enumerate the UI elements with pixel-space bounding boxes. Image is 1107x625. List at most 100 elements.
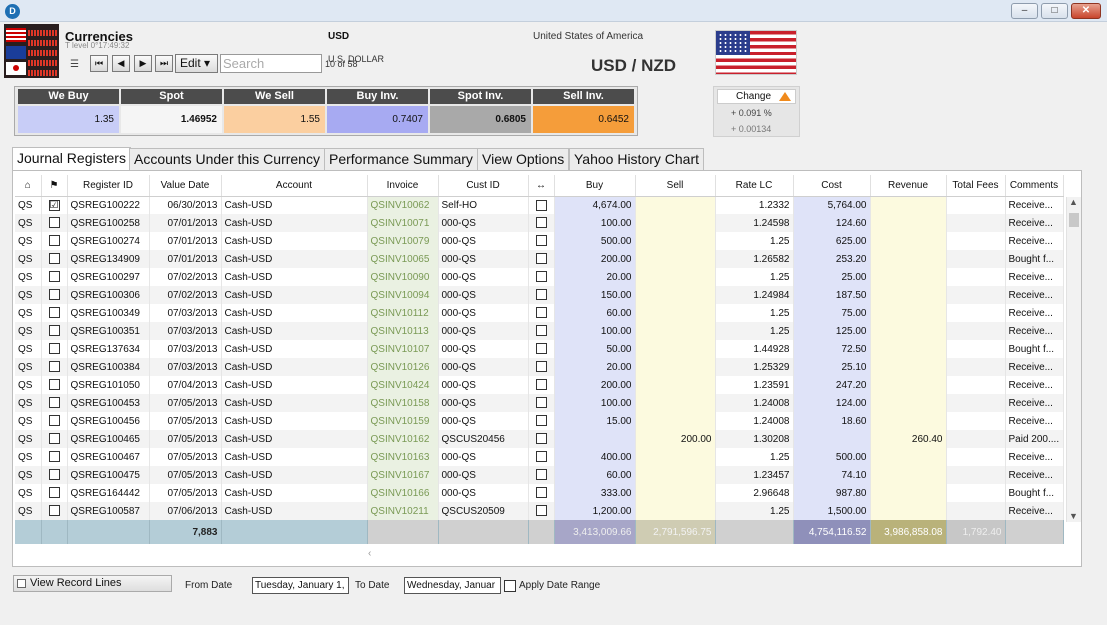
row-transfer-checkbox[interactable] xyxy=(535,487,547,499)
select-checkbox[interactable] xyxy=(41,214,68,232)
row-select-checkbox[interactable] xyxy=(48,487,60,499)
tab-yahoo-history-chart[interactable]: Yahoo History Chart xyxy=(569,148,705,170)
column-header[interactable]: Buy xyxy=(554,175,636,197)
edit-button[interactable]: Edit ▾ xyxy=(175,54,218,73)
table-row[interactable]: QS ☑ QSREG100222 06/30/2013 Cash-USD QSINV100… xyxy=(15,196,1064,214)
tab-view-options[interactable]: View Options xyxy=(477,148,570,170)
column-header[interactable]: Sell xyxy=(635,175,716,197)
column-header[interactable]: Total Fees xyxy=(946,175,1006,197)
select-checkbox[interactable] xyxy=(41,394,68,412)
horizontal-scrollbar[interactable]: ‹ xyxy=(368,547,1066,559)
row-transfer-checkbox[interactable] xyxy=(535,307,547,319)
transfer-checkbox[interactable] xyxy=(528,502,555,520)
transfer-checkbox[interactable] xyxy=(528,376,555,394)
next-record-button[interactable]: ▶ xyxy=(134,55,152,72)
select-checkbox[interactable] xyxy=(41,502,68,520)
column-header[interactable]: Value Date xyxy=(149,175,222,197)
select-checkbox[interactable] xyxy=(41,358,68,376)
row-select-checkbox[interactable] xyxy=(48,307,60,319)
select-checkbox[interactable] xyxy=(41,340,68,358)
select-checkbox[interactable] xyxy=(41,448,68,466)
row-select-checkbox[interactable] xyxy=(48,271,60,283)
transfer-checkbox[interactable] xyxy=(528,394,555,412)
scroll-down-icon[interactable]: ▼ xyxy=(1069,511,1078,521)
view-record-lines-button[interactable]: View Record Lines xyxy=(13,575,172,592)
select-checkbox[interactable]: ☑ xyxy=(41,196,68,214)
table-row[interactable]: QS QSREG100351 07/03/2013 Cash-USD QSINV1011… xyxy=(15,322,1064,340)
row-select-checkbox[interactable] xyxy=(48,415,60,427)
transfer-checkbox[interactable] xyxy=(528,484,555,502)
column-header[interactable]: Account xyxy=(221,175,368,197)
table-row[interactable]: QS QSREG137634 07/03/2013 Cash-USD QSINV1010… xyxy=(15,340,1064,358)
flag-icon[interactable]: ⚑ xyxy=(41,175,68,197)
close-button[interactable]: ✕ xyxy=(1071,3,1101,19)
row-transfer-checkbox[interactable] xyxy=(535,271,547,283)
table-row[interactable]: QS QSREG100297 07/02/2013 Cash-USD QSINV1009… xyxy=(15,268,1064,286)
column-header[interactable]: Cust ID xyxy=(438,175,529,197)
transfer-checkbox[interactable] xyxy=(528,304,555,322)
row-transfer-checkbox[interactable] xyxy=(535,289,547,301)
row-transfer-checkbox[interactable] xyxy=(535,343,547,355)
table-row[interactable]: QS QSREG100274 07/01/2013 Cash-USD QSINV1007… xyxy=(15,232,1064,250)
select-checkbox[interactable] xyxy=(41,268,68,286)
maximize-button[interactable]: □ xyxy=(1041,3,1068,19)
tab-performance-summary[interactable]: Performance Summary xyxy=(324,148,478,170)
swap-arrows-icon[interactable]: ↔ xyxy=(528,175,555,197)
row-select-checkbox[interactable] xyxy=(48,235,60,247)
prev-record-button[interactable]: ◀ xyxy=(112,55,130,72)
row-select-checkbox[interactable] xyxy=(48,379,60,391)
search-input[interactable] xyxy=(220,54,322,73)
row-transfer-checkbox[interactable] xyxy=(535,397,547,409)
home-icon[interactable]: ⌂ xyxy=(15,175,42,197)
column-header[interactable]: Revenue xyxy=(870,175,947,197)
column-header[interactable]: Register ID xyxy=(67,175,150,197)
select-checkbox[interactable] xyxy=(41,286,68,304)
row-transfer-checkbox[interactable] xyxy=(535,325,547,337)
row-transfer-checkbox[interactable] xyxy=(535,217,547,229)
table-row[interactable]: QS QSREG100467 07/05/2013 Cash-USD QSINV1016… xyxy=(15,448,1064,466)
table-row[interactable]: QS QSREG100384 07/03/2013 Cash-USD QSINV1012… xyxy=(15,358,1064,376)
select-checkbox[interactable] xyxy=(41,232,68,250)
row-select-checkbox[interactable] xyxy=(48,253,60,265)
transfer-checkbox[interactable] xyxy=(528,232,555,250)
transfer-checkbox[interactable] xyxy=(528,322,555,340)
tab-journal-registers[interactable]: Journal Registers xyxy=(12,147,131,171)
row-select-checkbox[interactable] xyxy=(48,343,60,355)
transfer-checkbox[interactable] xyxy=(528,358,555,376)
row-transfer-checkbox[interactable] xyxy=(535,451,547,463)
from-date-picker[interactable]: Tuesday, January 1, xyxy=(252,577,349,594)
table-row[interactable]: QS QSREG100475 07/05/2013 Cash-USD QSINV1016… xyxy=(15,466,1064,484)
scroll-thumb[interactable] xyxy=(1069,213,1079,227)
transfer-checkbox[interactable] xyxy=(528,286,555,304)
column-header[interactable]: Comments xyxy=(1005,175,1064,197)
last-record-button[interactable]: ⏭ xyxy=(155,55,173,72)
row-select-checkbox[interactable]: ☑ xyxy=(48,199,60,211)
row-transfer-checkbox[interactable] xyxy=(535,415,547,427)
row-select-checkbox[interactable] xyxy=(48,217,60,229)
table-row[interactable]: QS QSREG100453 07/05/2013 Cash-USD QSINV1015… xyxy=(15,394,1064,412)
scroll-up-icon[interactable]: ▲ xyxy=(1069,197,1078,207)
row-select-checkbox[interactable] xyxy=(48,433,60,445)
row-transfer-checkbox[interactable] xyxy=(535,253,547,265)
select-checkbox[interactable] xyxy=(41,484,68,502)
table-row[interactable]: QS QSREG100456 07/05/2013 Cash-USD QSINV1015… xyxy=(15,412,1064,430)
transfer-checkbox[interactable] xyxy=(528,268,555,286)
row-transfer-checkbox[interactable] xyxy=(535,361,547,373)
row-transfer-checkbox[interactable] xyxy=(535,505,547,517)
row-transfer-checkbox[interactable] xyxy=(535,379,547,391)
transfer-checkbox[interactable] xyxy=(528,250,555,268)
select-checkbox[interactable] xyxy=(41,466,68,484)
table-row[interactable]: QS QSREG134909 07/01/2013 Cash-USD QSINV1006… xyxy=(15,250,1064,268)
tab-accounts-under-currency[interactable]: Accounts Under this Currency xyxy=(129,148,325,170)
row-select-checkbox[interactable] xyxy=(48,469,60,481)
table-row[interactable]: QS QSREG100258 07/01/2013 Cash-USD QSINV1007… xyxy=(15,214,1064,232)
select-checkbox[interactable] xyxy=(41,250,68,268)
scroll-left-icon[interactable]: ‹ xyxy=(368,548,371,559)
row-transfer-checkbox[interactable] xyxy=(535,199,547,211)
transfer-checkbox[interactable] xyxy=(528,412,555,430)
select-checkbox[interactable] xyxy=(41,322,68,340)
list-icon[interactable]: ☰ xyxy=(70,59,79,70)
row-select-checkbox[interactable] xyxy=(48,289,60,301)
minimize-button[interactable]: – xyxy=(1011,3,1038,19)
transfer-checkbox[interactable] xyxy=(528,214,555,232)
